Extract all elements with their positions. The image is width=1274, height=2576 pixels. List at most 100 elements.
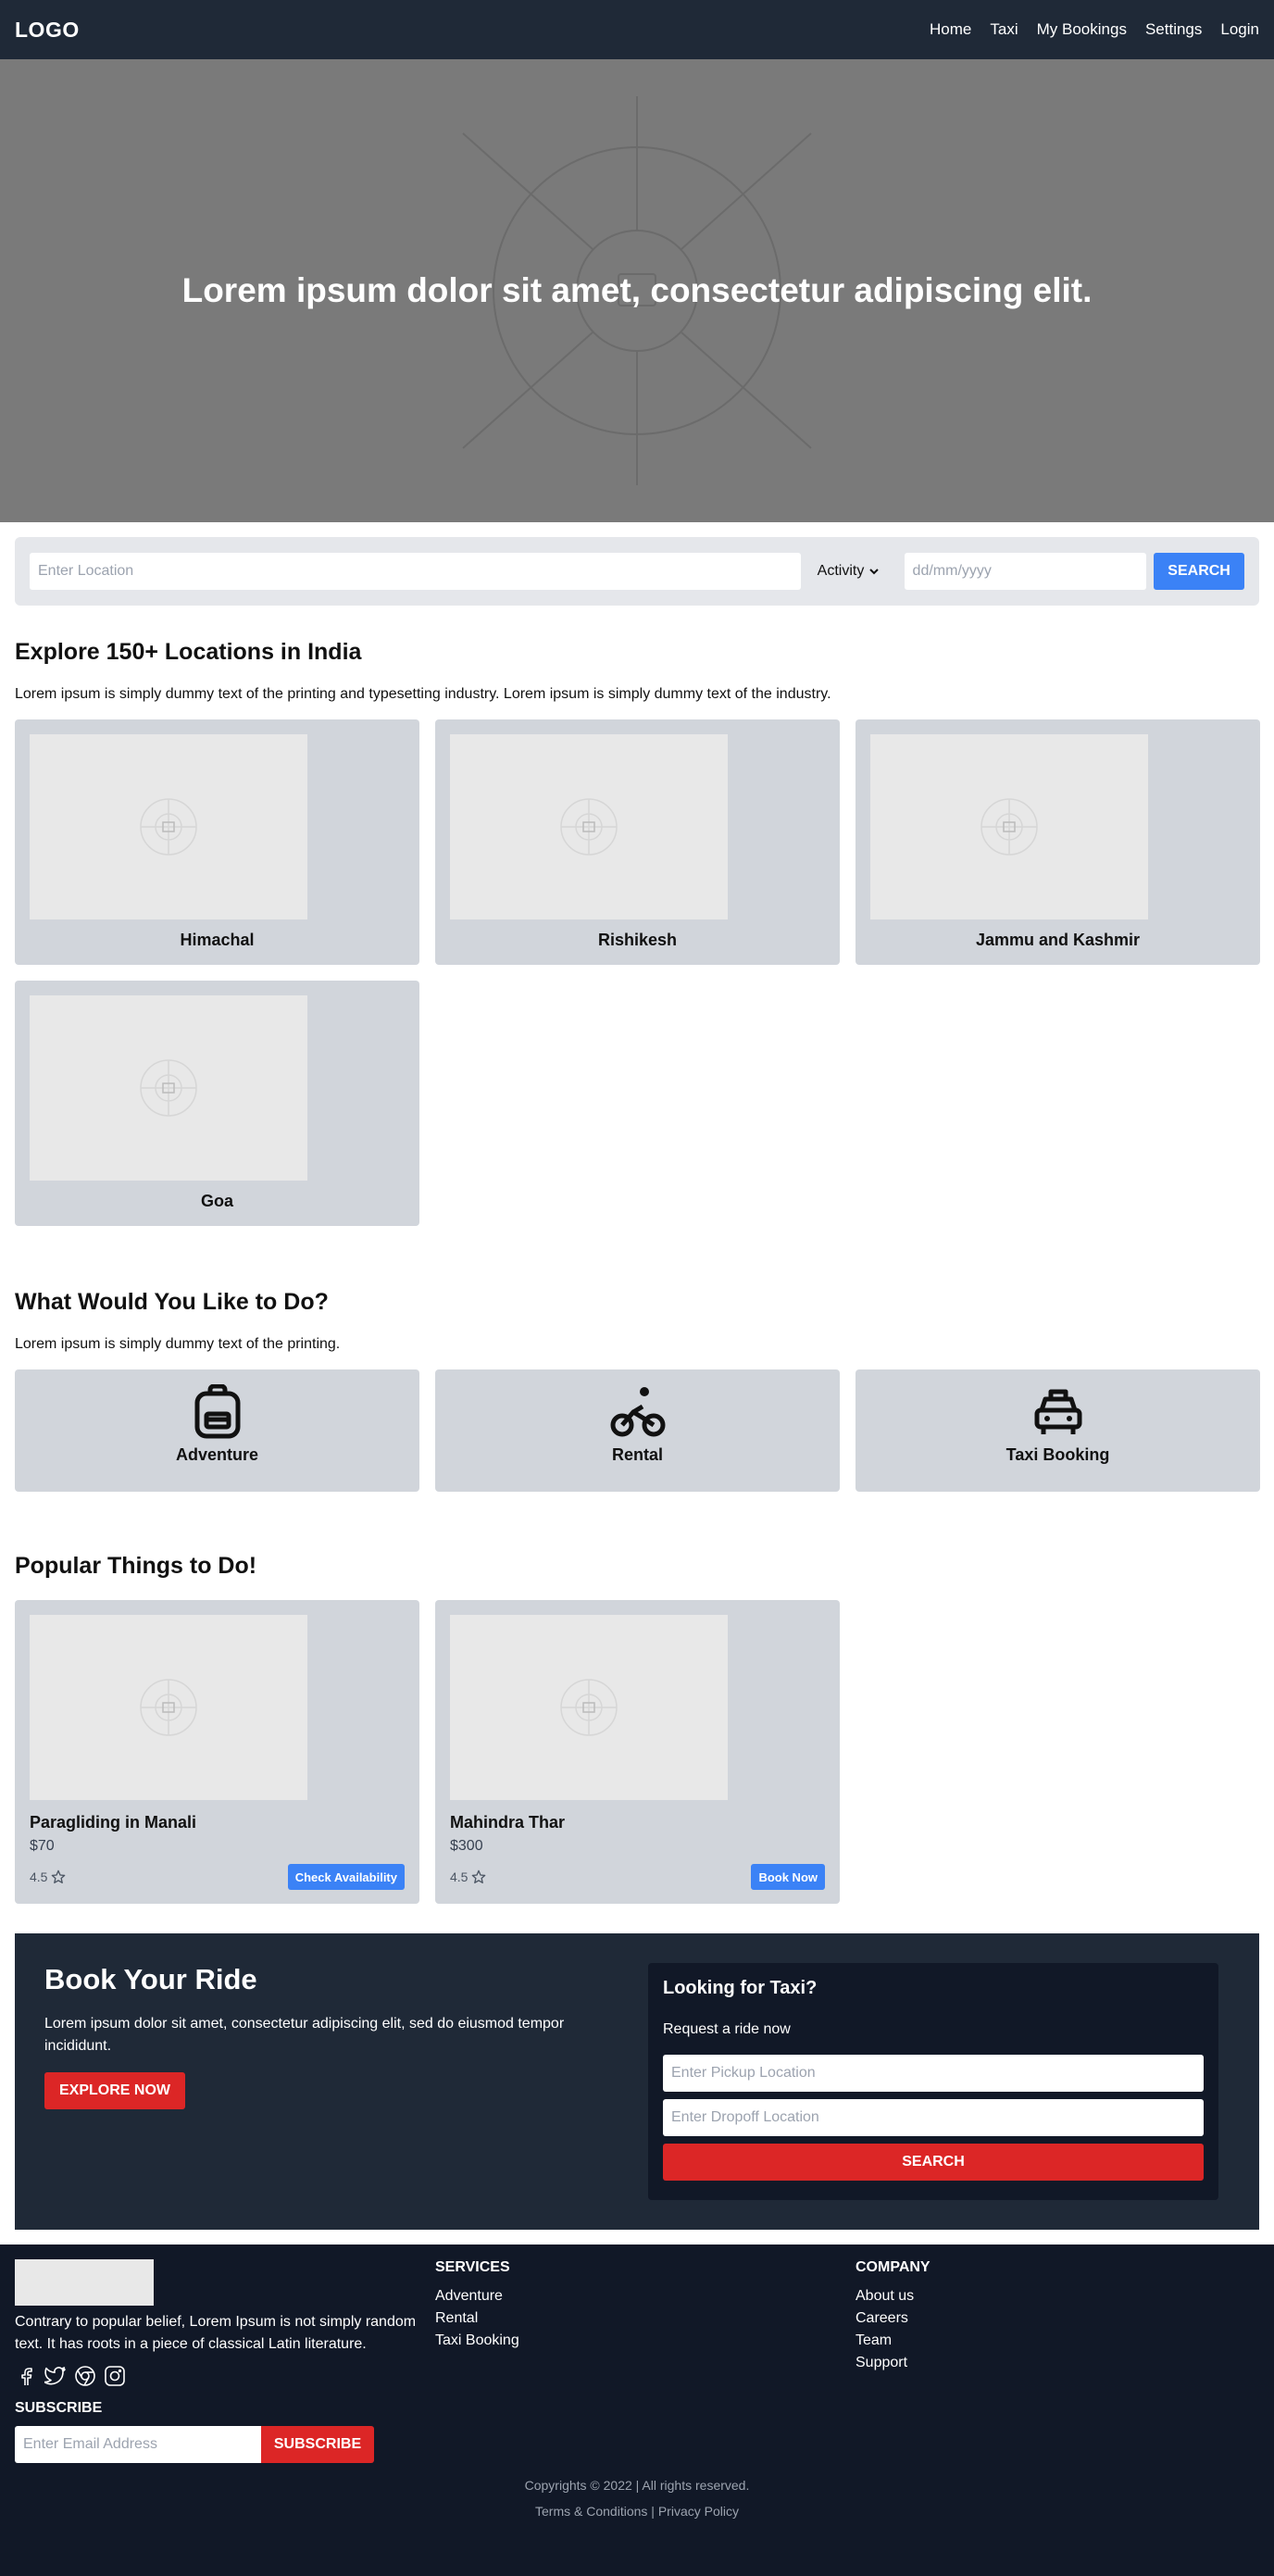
image-placeholder-icon: [30, 734, 307, 919]
taxi-icon: [1034, 1389, 1081, 1434]
location-name: Goa: [200, 1192, 233, 1210]
hero-title: Lorem ipsum dolor sit amet, consectetur …: [181, 271, 1093, 309]
search-button[interactable]: SEARCH: [1154, 553, 1244, 590]
location-card-himachal[interactable]: Himachal: [15, 719, 419, 965]
popular-grid: Paragliding in Manali $70 4.5 Check Avai…: [15, 1600, 1259, 1904]
nav-links: Home Taxi My Bookings Settings Login: [930, 20, 1259, 39]
explore-desc: Lorem ipsum is simply dummy text of the …: [15, 686, 831, 702]
copyright-text: Copyrights © 2022 | All rights reserved.: [524, 2478, 750, 2493]
copyright-block: Copyrights © 2022 | All rights reserved.…: [15, 2472, 1259, 2524]
nav-link-login[interactable]: Login: [1220, 20, 1259, 39]
rating-value: 4.5: [450, 1869, 468, 1884]
explore-title: Explore 150+ Locations in India: [15, 639, 362, 665]
legal-links: Terms & Conditions | Privacy Policy: [15, 2498, 1259, 2524]
nav-link-taxi[interactable]: Taxi: [990, 20, 1018, 39]
footer-services: SERVICES Adventure Rental Taxi Booking: [435, 2259, 840, 2463]
footer-link-team[interactable]: Team: [856, 2330, 1260, 2352]
taxi-form-title: Looking for Taxi?: [663, 1978, 818, 1998]
footer-company: COMPANY About us Careers Team Support: [856, 2259, 1260, 2463]
activity-card-adventure[interactable]: Adventure: [15, 1369, 419, 1492]
activity-select[interactable]: Activity: [807, 553, 897, 590]
footer-link-about-us[interactable]: About us: [856, 2285, 1260, 2307]
popular-item-footer: 4.5 Check Availability: [30, 1864, 405, 1890]
activity-label: Rental: [611, 1445, 663, 1464]
chevron-down-icon: [869, 569, 880, 575]
backpack-icon: [194, 1384, 240, 1439]
facebook-icon[interactable]: [15, 2365, 37, 2387]
top-navbar: LOGO Home Taxi My Bookings Settings Logi…: [0, 0, 1274, 59]
popular-item-price: $70: [30, 1838, 55, 1854]
popular-item-price: $300: [450, 1838, 483, 1854]
email-input[interactable]: [15, 2426, 261, 2463]
activities-section: What Would You Like to Do? Lorem ipsum i…: [0, 1289, 1274, 1492]
footer-columns: Contrary to popular belief, Lorem Ipsum …: [15, 2259, 1259, 2463]
activities-grid: Adventure Rental Taxi Booking: [15, 1369, 1260, 1492]
popular-card-mahindra-thar[interactable]: Mahindra Thar $300 4.5 Book Now: [435, 1600, 840, 1904]
dropoff-location-input[interactable]: [663, 2099, 1204, 2136]
popular-section: Popular Things to Do! Paragliding in Man…: [0, 1553, 1274, 1904]
pickup-location-input[interactable]: [663, 2055, 1204, 2092]
star-icon: [472, 1869, 486, 1883]
activity-card-rental[interactable]: Rental: [435, 1369, 840, 1492]
company-heading: COMPANY: [856, 2259, 931, 2275]
footer-link-taxi-booking[interactable]: Taxi Booking: [435, 2330, 840, 2352]
book-ride-intro: Book Your Ride Lorem ipsum dolor sit ame…: [44, 1963, 618, 2200]
footer: Contrary to popular belief, Lorem Ipsum …: [0, 2245, 1274, 2576]
book-ride-section: Book Your Ride Lorem ipsum dolor sit ame…: [15, 1933, 1259, 2230]
subscribe-form: SUBSCRIBE: [15, 2426, 419, 2463]
date-input[interactable]: [904, 553, 1147, 590]
activity-label: Adventure: [175, 1445, 258, 1464]
explore-now-button[interactable]: EXPLORE NOW: [44, 2072, 186, 2109]
footer-link-rental[interactable]: Rental: [435, 2307, 840, 2330]
popular-item-title: Mahindra Thar: [450, 1813, 566, 1832]
twitter-icon[interactable]: [44, 2365, 67, 2387]
instagram-icon[interactable]: [104, 2365, 126, 2387]
popular-card-paragliding[interactable]: Paragliding in Manali $70 4.5 Check Avai…: [15, 1600, 419, 1904]
location-card-jammu-kashmir[interactable]: Jammu and Kashmir: [856, 719, 1260, 965]
location-name: Jammu and Kashmir: [975, 931, 1141, 949]
footer-link-support[interactable]: Support: [856, 2352, 1260, 2374]
nav-link-settings[interactable]: Settings: [1145, 20, 1202, 39]
footer-logo-image: [15, 2259, 154, 2306]
hero-banner: Lorem ipsum dolor sit amet, consectetur …: [0, 59, 1274, 522]
location-input[interactable]: [30, 553, 801, 590]
taxi-search-button[interactable]: SEARCH: [663, 2144, 1204, 2181]
services-heading: SERVICES: [435, 2259, 510, 2275]
privacy-link[interactable]: Privacy Policy: [658, 2504, 739, 2519]
location-name: Rishikesh: [597, 931, 678, 949]
activity-label: Taxi Booking: [1005, 1445, 1110, 1464]
subscribe-button[interactable]: SUBSCRIBE: [261, 2426, 374, 2463]
location-card-rishikesh[interactable]: Rishikesh: [435, 719, 840, 965]
image-placeholder-icon: [30, 1615, 307, 1800]
legal-separator: |: [651, 2504, 655, 2519]
rating: 4.5: [450, 1869, 486, 1884]
location-card-goa[interactable]: Goa: [15, 981, 419, 1226]
footer-desc: Contrary to popular belief, Lorem Ipsum …: [15, 2314, 417, 2352]
logo[interactable]: LOGO: [15, 18, 80, 43]
footer-link-adventure[interactable]: Adventure: [435, 2285, 840, 2307]
popular-title: Popular Things to Do!: [15, 1553, 257, 1579]
book-ride-title: Book Your Ride: [44, 1963, 257, 1995]
image-placeholder-icon: [450, 734, 728, 919]
terms-link[interactable]: Terms & Conditions: [535, 2504, 647, 2519]
location-grid: Himachal Rishikesh Jammu and Kashmir Goa: [15, 719, 1260, 1226]
rating-value: 4.5: [30, 1869, 48, 1884]
rating: 4.5: [30, 1869, 66, 1884]
explore-section: Explore 150+ Locations in India Lorem ip…: [0, 639, 1274, 1226]
book-now-button[interactable]: Book Now: [751, 1864, 825, 1890]
taxi-form-subtitle: Request a ride now: [663, 2021, 791, 2037]
subscribe-title: SUBSCRIBE: [15, 2400, 103, 2416]
activity-card-taxi-booking[interactable]: Taxi Booking: [856, 1369, 1260, 1492]
nav-link-home[interactable]: Home: [930, 20, 971, 39]
nav-link-my-bookings[interactable]: My Bookings: [1037, 20, 1127, 39]
footer-link-careers[interactable]: Careers: [856, 2307, 1260, 2330]
book-ride-desc: Lorem ipsum dolor sit amet, consectetur …: [44, 2016, 565, 2054]
star-icon: [52, 1869, 66, 1883]
image-placeholder-icon: [870, 734, 1148, 919]
popular-item-title: Paragliding in Manali: [30, 1813, 197, 1832]
image-placeholder-icon: [30, 995, 307, 1181]
chrome-icon[interactable]: [74, 2365, 96, 2387]
taxi-request-form: Looking for Taxi? Request a ride now SEA…: [648, 1963, 1218, 2200]
check-availability-button[interactable]: Check Availability: [287, 1864, 405, 1890]
social-links: [15, 2365, 419, 2387]
